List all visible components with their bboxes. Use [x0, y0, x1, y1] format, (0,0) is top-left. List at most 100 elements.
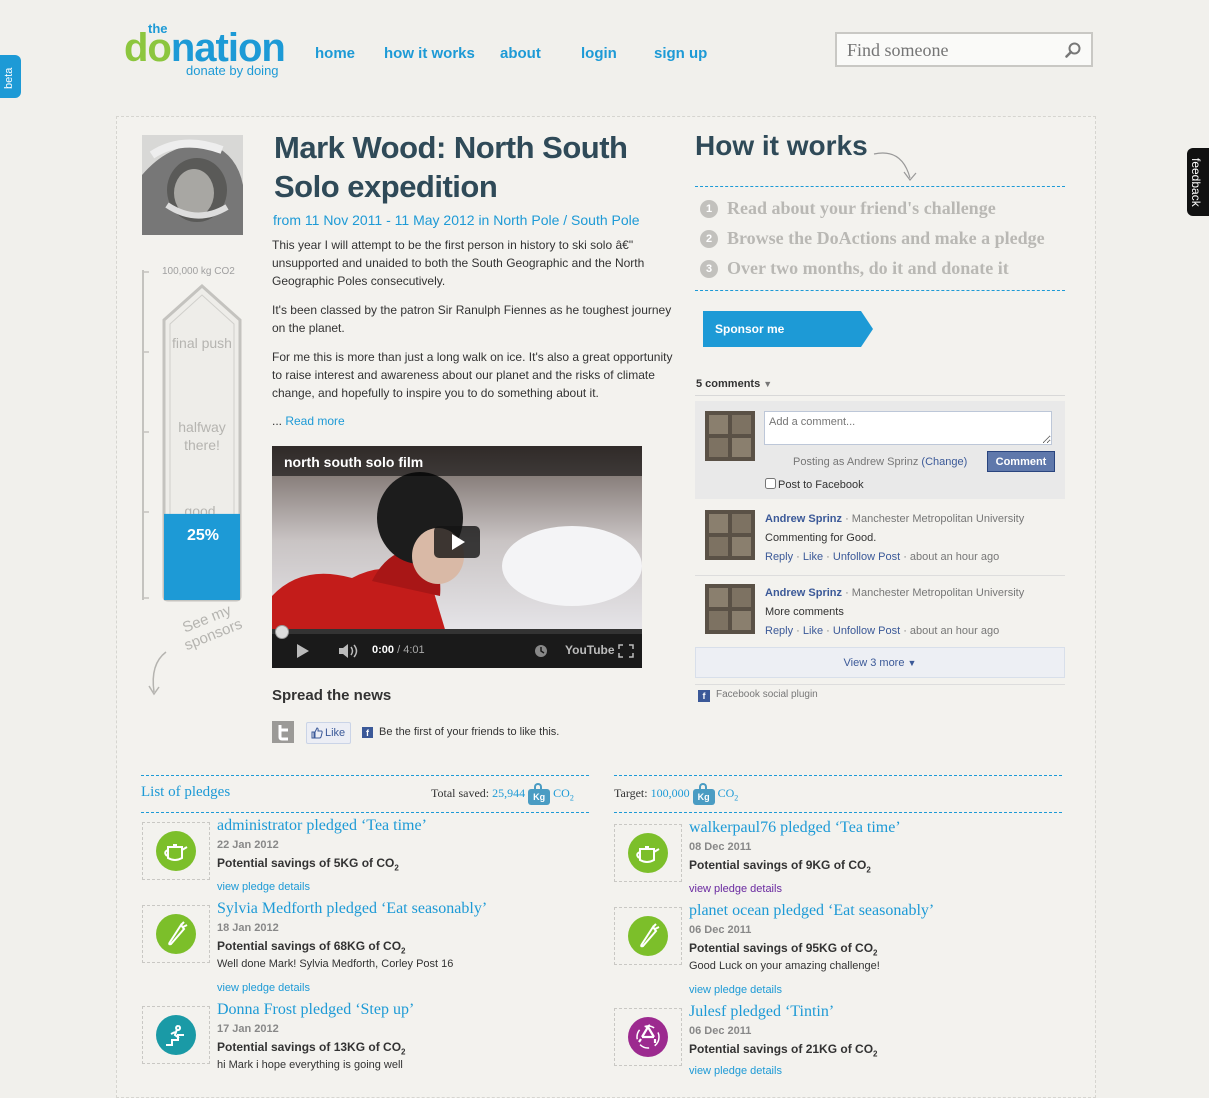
pledge-date: 18 Jan 2012 [217, 922, 279, 934]
carrot-icon [628, 916, 668, 956]
view-pledge-details-link[interactable]: view pledge details [217, 982, 310, 994]
play-icon[interactable] [296, 643, 310, 659]
beta-tab[interactable]: beta [0, 55, 21, 98]
twitter-icon[interactable] [272, 721, 294, 743]
challenge-paragraph-1: This year I will attempt to be the first… [272, 238, 645, 288]
change-account-link[interactable]: (Change) [921, 456, 967, 468]
like-label: Like [325, 727, 346, 739]
pledge-title[interactable]: Julesf pledged ‘Tintin’ [689, 1003, 834, 1021]
pledge-title[interactable]: walkerpaul76 pledged ‘Tea time’ [689, 819, 901, 837]
pledge-item: Julesf pledged ‘Tintin’ 06 Dec 2011 Pote… [614, 1003, 1034, 1096]
unfollow-link[interactable]: Unfollow Post [833, 551, 900, 563]
thermometer-target: 100,000 kg CO2 [162, 266, 235, 277]
pledge-savings: Potential savings of 95KG of CO2 [689, 941, 878, 958]
volume-icon[interactable] [338, 643, 360, 659]
avatar [705, 411, 755, 461]
stairs-icon [156, 1015, 196, 1055]
challenge-title: Mark Wood: North South Solo expedition [274, 130, 628, 204]
thermometer-scale [142, 270, 149, 600]
nav-how-it-works[interactable]: how it works [384, 45, 475, 62]
divider [695, 395, 1065, 396]
thumbs-up-icon [311, 727, 323, 739]
sponsor-me-label: Sponsor me [715, 322, 785, 336]
pledge-item: Donna Frost pledged ‘Step up’ 17 Jan 201… [142, 1001, 562, 1094]
pledge-target: Target: 100,000 Kg CO2 [614, 783, 738, 805]
post-to-facebook[interactable]: Post to Facebook [765, 478, 864, 491]
divider [695, 186, 1065, 187]
youtube-logo[interactable]: YouTube [565, 643, 615, 657]
view-pledge-details-link[interactable]: view pledge details [689, 883, 782, 895]
pledge-title[interactable]: Donna Frost pledged ‘Step up’ [217, 1001, 414, 1019]
spread-the-news-heading: Spread the news [272, 687, 392, 704]
divider [695, 290, 1065, 291]
pledge-date: 22 Jan 2012 [217, 839, 279, 851]
unfollow-link[interactable]: Unfollow Post [833, 625, 900, 637]
comment-author[interactable]: Andrew Sprinz [765, 587, 842, 599]
pledge-item: administrator pledged ‘Tea time’ 22 Jan … [142, 817, 562, 910]
pledge-date: 17 Jan 2012 [217, 1023, 279, 1035]
curved-arrow-icon [148, 651, 167, 696]
posting-as: Posting as Andrew Sprinz (Change) [793, 456, 968, 468]
avatar [705, 584, 755, 634]
video-play-icon[interactable] [434, 526, 480, 558]
comment-count[interactable]: 5 comments ▼ [696, 378, 772, 390]
facebook-like-button[interactable]: Like [306, 722, 352, 744]
carrot-icon [156, 914, 196, 954]
search-icon[interactable] [1065, 42, 1081, 58]
like-link[interactable]: Like [803, 625, 823, 637]
chevron-down-icon: ▼ [763, 379, 773, 389]
comment-input[interactable] [764, 411, 1052, 445]
feedback-tab[interactable]: feedback [1187, 148, 1209, 216]
nav-about[interactable]: about [500, 45, 541, 62]
challenge-paragraph-3: For me this is more than just a long wal… [272, 350, 673, 400]
nav-sign-up[interactable]: sign up [654, 45, 707, 62]
site-logo[interactable]: the donation donate by doing [124, 20, 294, 80]
recycle-icon [628, 1017, 668, 1057]
pledge-title[interactable]: Sylvia Medforth pledged ‘Eat seasonably’ [217, 900, 487, 918]
pledge-title[interactable]: administrator pledged ‘Tea time’ [217, 817, 427, 835]
feedback-label: feedback [1189, 158, 1203, 207]
pledge-savings: Potential savings of 5KG of CO2 [217, 856, 399, 873]
facebook-plugin-label: Facebook social plugin [716, 689, 818, 700]
fullscreen-icon[interactable] [618, 644, 634, 658]
teapot-icon [156, 831, 196, 871]
pledge-date: 06 Dec 2011 [689, 924, 752, 936]
comment-text: Commenting for Good. [765, 532, 877, 544]
view-pledge-details-link[interactable]: view pledge details [689, 1065, 782, 1077]
video-time: 0:00 / 4:01 [372, 644, 425, 656]
avatar [705, 510, 755, 560]
nav-home[interactable]: home [315, 45, 355, 62]
pledge-note: hi Mark i hope everything is going well [217, 1059, 403, 1071]
search-input[interactable] [845, 34, 1059, 66]
read-more-link[interactable]: Read more [285, 414, 344, 428]
nav-login[interactable]: login [581, 45, 617, 62]
comment-button[interactable]: Comment [987, 451, 1055, 472]
reply-link[interactable]: Reply [765, 551, 793, 563]
view-pledge-details-link[interactable]: view pledge details [689, 984, 782, 996]
kg-weight-icon: Kg [692, 783, 715, 805]
view-more-comments-button[interactable]: View 3 more ▼ [695, 647, 1065, 678]
view-pledge-details-link[interactable]: view pledge details [217, 881, 310, 893]
video-scrubber[interactable] [275, 625, 289, 639]
like-link[interactable]: Like [803, 551, 823, 563]
pledge-savings: Potential savings of 68KG of CO2 [217, 939, 406, 956]
divider [141, 775, 589, 776]
divider [141, 812, 589, 813]
divider [695, 684, 1065, 685]
facebook-icon: f [362, 727, 373, 738]
logo-tagline: donate by doing [186, 63, 279, 78]
challenge-dates: from 11 Nov 2011 - 11 May 2012 in North … [273, 212, 640, 228]
reply-link[interactable]: Reply [765, 625, 793, 637]
how-it-works-title: How it works [695, 130, 868, 161]
divider [614, 775, 1062, 776]
how-step-3: 3 Over two months, do it and donate it [700, 258, 1009, 279]
sponsor-me-button[interactable]: Sponsor me [703, 311, 873, 347]
label-good: good [184, 503, 216, 514]
video-controls: 0:00 / 4:01 YouTube [272, 625, 642, 668]
comment-author[interactable]: Andrew Sprinz [765, 513, 842, 525]
watch-later-icon[interactable] [534, 644, 548, 658]
video-player[interactable]: north south solo film 0:00 / 4:01 YouTub… [272, 446, 642, 668]
read-more-row: ... Read more [272, 414, 345, 428]
pledge-title[interactable]: planet ocean pledged ‘Eat seasonably’ [689, 902, 934, 920]
post-to-facebook-checkbox[interactable] [765, 478, 776, 489]
